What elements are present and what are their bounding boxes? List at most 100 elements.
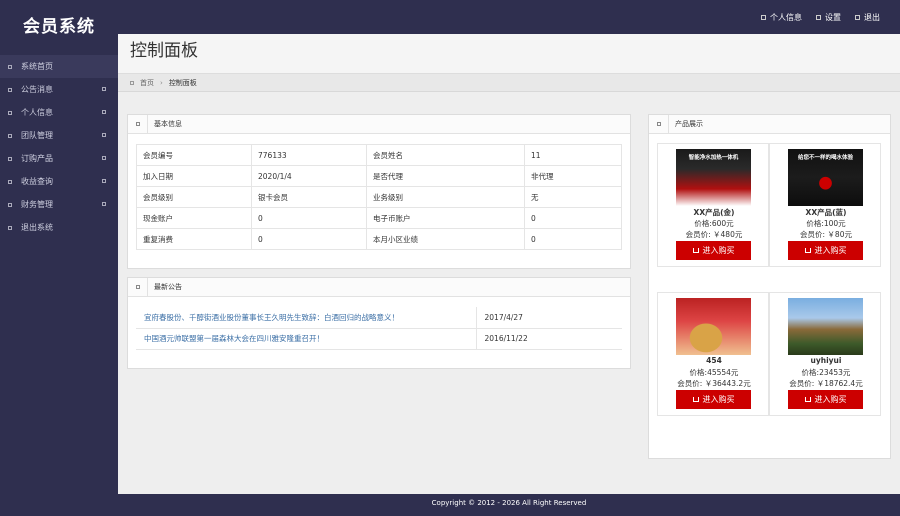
- notices-table: 宜府春股份、千醇街酒业股份董事长王久明先生致辞：白酒回归的战略意义！ 2017/4…: [136, 307, 622, 350]
- power-icon: [8, 225, 12, 230]
- product-banner-text: 给您不一样的喝水体验: [797, 155, 853, 161]
- notices-panel: 最新公告 宜府春股份、千醇街酒业股份董事长王久明先生致辞：白酒回归的战略意义！ 2…: [127, 277, 631, 369]
- logout-icon: [855, 15, 860, 20]
- product-banner-text: 智能净水加热一体机: [688, 155, 739, 161]
- product-price: 价格:45554元: [689, 368, 739, 377]
- sidebar-item-notices[interactable]: 公告消息: [0, 78, 118, 101]
- megaphone-icon: [128, 277, 148, 297]
- sidebar-item-label: 系统首页: [21, 62, 53, 71]
- info-value: 776133: [251, 144, 367, 166]
- product-image[interactable]: 智能净水加热一体机: [676, 149, 751, 206]
- sidebar-item-finance[interactable]: 财务管理: [0, 193, 118, 216]
- product-price: 价格:100元: [806, 219, 846, 228]
- buy-button-label: 进入购买: [702, 246, 735, 255]
- user-icon: [761, 15, 766, 20]
- product-card: 智能净水加热一体机 XX产品(金) 价格:600元 会员价: ￥480元 进入购买: [657, 143, 769, 267]
- breadcrumb-current: 控制面板: [168, 78, 197, 87]
- chevron-left-icon: [102, 179, 106, 183]
- chevron-left-icon: [102, 110, 106, 114]
- basic-info-table: 会员编号 776133 会员姓名 11 加入日期 2020/1/4 是否代理 非代理 会员级别银…: [136, 144, 622, 250]
- cart-icon: [804, 397, 811, 402]
- panel-title: 基本信息: [154, 120, 182, 128]
- team-icon: [8, 133, 12, 138]
- info-label: 业务级别: [366, 186, 525, 208]
- sidebar-item-earnings[interactable]: 收益查询: [0, 170, 118, 193]
- info-value: 非代理: [524, 165, 622, 187]
- logout-link[interactable]: 退出: [855, 12, 880, 23]
- product-card: uyhiyui 价格:23453元 会员价: ￥18762.4元 进入购买: [769, 292, 881, 416]
- notice-link[interactable]: 中国酒元帅联盟第一届森林大会在四川雅安隆重召开！: [136, 328, 477, 350]
- breadcrumb-home[interactable]: 首页: [140, 78, 154, 88]
- notice-row: 中国酒元帅联盟第一届森林大会在四川雅安隆重召开！ 2016/11/22: [136, 328, 622, 350]
- settings-link-label: 设置: [825, 13, 841, 22]
- product-image[interactable]: 给您不一样的喝水体验: [788, 149, 863, 206]
- sidebar-item-logout[interactable]: 退出系统: [0, 216, 118, 239]
- product-image[interactable]: [676, 298, 751, 355]
- sidebar-item-label: 退出系统: [21, 223, 53, 232]
- panel-title: 最新公告: [154, 283, 182, 291]
- info-value: 0: [524, 207, 622, 229]
- product-member-price: 会员价: ￥36443.2元: [677, 379, 751, 388]
- sidebar-item-home[interactable]: 系统首页: [0, 55, 118, 78]
- sidebar-item-label: 订购产品: [21, 154, 53, 163]
- product-name: XX产品(蓝): [805, 208, 847, 217]
- cart-icon: [692, 397, 699, 402]
- notice-link[interactable]: 宜府春股份、千醇街酒业股份董事长王久明先生致辞：白酒回归的战略意义！: [136, 307, 477, 329]
- info-label: 现金账户: [136, 207, 252, 229]
- product-member-price: 会员价: ￥480元: [685, 230, 743, 239]
- info-row: 会员级别 银卡会员 业务级别无: [136, 186, 622, 208]
- info-value: 无: [524, 186, 622, 208]
- sidebar-item-team[interactable]: 团队管理: [0, 124, 118, 147]
- logout-link-label: 退出: [864, 13, 880, 22]
- gear-icon: [816, 15, 821, 20]
- product-member-price: 会员价: ￥18762.4元: [789, 379, 863, 388]
- cart-icon: [692, 248, 699, 253]
- sidebar-item-label: 收益查询: [21, 177, 53, 186]
- profile-link-label: 个人信息: [770, 13, 802, 22]
- products-panel: 产品展示 智能净水加热一体机 XX产品(金) 价格:600元 会员价: ￥480元 进入…: [648, 114, 891, 459]
- product-image[interactable]: [788, 298, 863, 355]
- buy-button-label: 进入购买: [814, 246, 847, 255]
- cart-icon: [8, 156, 12, 161]
- product-banner-text: [676, 298, 751, 302]
- info-icon: [128, 114, 148, 134]
- sidebar-item-profile[interactable]: 个人信息: [0, 101, 118, 124]
- product-price: 价格:23453元: [801, 368, 851, 377]
- sidebar-item-orders[interactable]: 订购产品: [0, 147, 118, 170]
- notice-date: 2017/4/27: [476, 307, 622, 329]
- info-label: 是否代理: [366, 165, 525, 187]
- chart-icon: [8, 179, 12, 184]
- top-links: 个人信息 设置 退出: [761, 12, 880, 23]
- panel-header: 基本信息: [128, 114, 630, 134]
- footer-copyright: Copyright © 2012 - 2026 All Right Reserv…: [431, 499, 587, 507]
- settings-link[interactable]: 设置: [816, 12, 841, 23]
- info-value: 0: [251, 207, 367, 229]
- info-label: 会员编号: [136, 144, 252, 166]
- notice-row: 宜府春股份、千醇街酒业股份董事长王久明先生致辞：白酒回归的战略意义！ 2017/4…: [136, 307, 622, 329]
- panel-header: 最新公告: [128, 277, 630, 297]
- breadcrumb: 首页 › 控制面板: [118, 74, 900, 92]
- product-card: 给您不一样的喝水体验 XX产品(蓝) 价格:100元 会员价: ￥80元 进入购买: [769, 143, 881, 267]
- app-logo[interactable]: 会员系统: [0, 0, 118, 55]
- buy-button[interactable]: 进入购买: [676, 390, 751, 409]
- sidebar-item-label: 团队管理: [21, 131, 53, 140]
- main-content: 控制面板 首页 › 控制面板 基本信息 会员编号 776133 会员姓名 11 加入日期…: [118, 34, 900, 494]
- sidebar-item-label: 公告消息: [21, 85, 53, 94]
- gift-icon: [649, 114, 669, 134]
- sidebar: 系统首页 公告消息 个人信息 团队管理 订购产品 收益查询 财务管理 退出系统: [0, 55, 118, 516]
- page-header: 控制面板: [118, 34, 900, 74]
- info-value: 11: [524, 144, 622, 166]
- buy-button-label: 进入购买: [814, 395, 847, 404]
- buy-button[interactable]: 进入购买: [676, 241, 751, 260]
- info-label: 电子币账户: [366, 207, 525, 229]
- product-banner-text: [788, 298, 863, 302]
- user-icon: [8, 110, 12, 115]
- buy-button[interactable]: 进入购买: [788, 390, 863, 409]
- profile-link[interactable]: 个人信息: [761, 12, 802, 23]
- sidebar-item-label: 财务管理: [21, 200, 53, 209]
- info-label: 加入日期: [136, 165, 252, 187]
- info-label: 会员姓名: [366, 144, 525, 166]
- home-icon: [130, 80, 134, 85]
- buy-button[interactable]: 进入购买: [788, 241, 863, 260]
- panel-title: 产品展示: [675, 120, 703, 128]
